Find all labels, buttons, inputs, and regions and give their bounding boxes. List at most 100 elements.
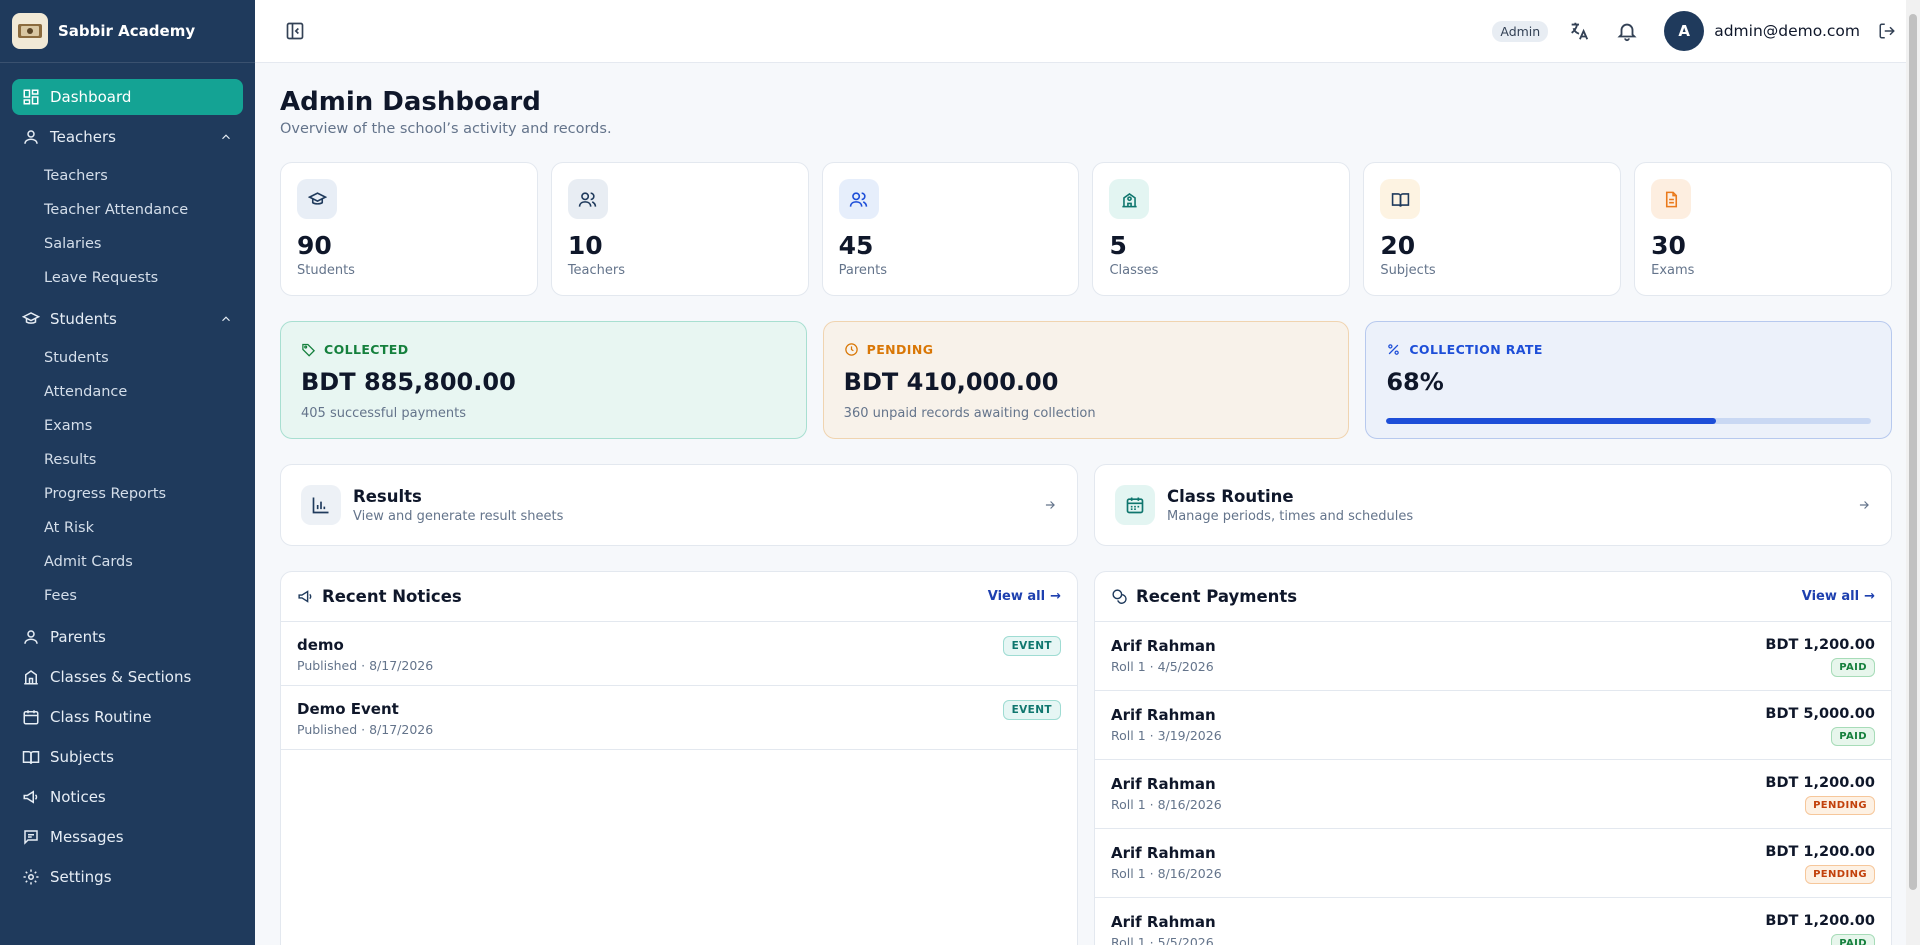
scrollbar-thumb[interactable]: [1909, 14, 1917, 890]
table-row[interactable]: Arif Rahman Roll 1 · 8/16/2026 BDT 1,200…: [1095, 829, 1891, 898]
panels-row: Recent Notices View all → demo Published …: [280, 571, 1892, 945]
sidebar-item-leave-requests[interactable]: Leave Requests: [44, 261, 243, 295]
table-row[interactable]: Arif Rahman Roll 1 · 5/5/2026 BDT 1,200.…: [1095, 898, 1891, 945]
sidebar-item-label: Classes & Sections: [50, 668, 192, 686]
payer-name: Arif Rahman: [1111, 844, 1216, 862]
payer-name: Arif Rahman: [1111, 637, 1216, 655]
sidebar-item-exams[interactable]: Exams: [44, 409, 243, 443]
dashboard-icon: [23, 89, 39, 105]
sidebar-item-teacher-attendance[interactable]: Teacher Attendance: [44, 193, 243, 227]
results-link-text: Results View and generate result sheets: [353, 487, 563, 524]
sidebar-item-salaries[interactable]: Salaries: [44, 227, 243, 261]
list-item[interactable]: Demo Event Published · 8/17/2026 EVENT: [281, 686, 1077, 750]
translate-icon[interactable]: [1568, 20, 1590, 42]
school-icon: [1109, 179, 1150, 219]
collected-header: COLLECTED: [301, 342, 786, 357]
pending-value: BDT 410,000.00: [843, 368, 1059, 396]
brand[interactable]: Sabbir Academy: [0, 0, 255, 63]
table-row[interactable]: Arif Rahman Roll 1 · 3/19/2026 BDT 5,000…: [1095, 691, 1891, 760]
payment-right: BDT 5,000.00 PAID: [1765, 706, 1875, 746]
sidebar-item-label: Students: [50, 310, 117, 328]
sidebar-item-students-list[interactable]: Students: [44, 341, 243, 375]
stat-card-subjects[interactable]: 20 Subjects: [1363, 162, 1622, 296]
list-item[interactable]: demo Published · 8/17/2026 EVENT: [281, 622, 1077, 686]
stat-card-classes[interactable]: 5 Classes: [1092, 162, 1351, 296]
collected-note: 405 successful payments: [301, 406, 467, 421]
sidebar-item-dashboard[interactable]: Dashboard: [12, 79, 243, 115]
payment-meta: Roll 1 · 4/5/2026: [1111, 659, 1214, 674]
sidebar-item-settings[interactable]: Settings: [12, 859, 243, 895]
tag-icon: [302, 343, 316, 357]
stat-value: 90: [297, 231, 332, 260]
stat-card-exams[interactable]: 30 Exams: [1634, 162, 1892, 296]
notice-meta: Published · 8/17/2026: [297, 658, 434, 673]
collection-rate-card: COLLECTION RATE 68%: [1365, 321, 1893, 439]
notices-view-all-link[interactable]: View all →: [988, 589, 1061, 604]
notice-meta: Published · 8/17/2026: [297, 722, 434, 737]
collected-value: BDT 885,800.00: [301, 368, 516, 396]
arrow-right-icon: →: [1864, 589, 1875, 604]
chevron-up-icon: [222, 316, 230, 322]
pending-label: PENDING: [866, 342, 934, 357]
rate-header: COLLECTION RATE: [1386, 342, 1871, 357]
stat-value: 20: [1380, 231, 1416, 260]
notice-tag: EVENT: [1002, 700, 1061, 720]
user-email[interactable]: admin@demo.com: [1714, 22, 1860, 40]
role-badge: Admin: [1492, 20, 1549, 42]
sidebar-item-label: Dashboard: [50, 88, 132, 106]
logout-icon[interactable]: [1878, 22, 1896, 40]
sidebar-item-teachers[interactable]: Teachers: [12, 119, 243, 155]
payment-meta: Roll 1 · 5/5/2026: [1111, 935, 1214, 945]
sidebar-item-label: Settings: [50, 868, 112, 886]
sidebar: Sabbir Academy Dashboard Teachers Teache…: [0, 0, 255, 945]
sidebar-item-at-risk[interactable]: At Risk: [44, 511, 243, 545]
students-submenu: Students Attendance Exams Results Progre…: [12, 341, 243, 613]
avatar[interactable]: A: [1664, 11, 1705, 51]
recent-notices-header: Recent Notices View all →: [281, 572, 1077, 622]
table-row[interactable]: Arif Rahman Roll 1 · 4/5/2026 BDT 1,200.…: [1095, 622, 1891, 691]
stat-card-parents[interactable]: 45 Parents: [821, 162, 1080, 296]
collection-progress-fill: [1386, 418, 1716, 424]
building-icon: [24, 670, 38, 685]
payments-view-all-link[interactable]: View all →: [1802, 589, 1875, 604]
arrow-right-icon: →: [1050, 589, 1061, 604]
stat-card-students[interactable]: 90 Students: [280, 162, 538, 296]
results-link-card[interactable]: Results View and generate result sheets: [280, 464, 1078, 546]
book-icon: [1380, 179, 1421, 219]
class-routine-link-title: Class Routine: [1167, 486, 1294, 506]
sidebar-item-results[interactable]: Results: [44, 443, 243, 477]
graduation-cap-icon: [22, 312, 40, 324]
arrow-right-icon: [1859, 501, 1869, 509]
sidebar-toggle-icon[interactable]: [285, 21, 305, 41]
notice-tag: EVENT: [1002, 636, 1061, 656]
bar-chart-icon: [301, 485, 341, 525]
bell-icon[interactable]: [1616, 20, 1638, 42]
status-badge: PAID: [1831, 658, 1875, 677]
teachers-submenu: Teachers Teacher Attendance Salaries Lea…: [12, 159, 243, 295]
sidebar-item-teachers-list[interactable]: Teachers: [44, 159, 243, 193]
stat-label: Students: [297, 263, 355, 278]
stat-card-teachers[interactable]: 10 Teachers: [550, 162, 809, 296]
class-routine-link-text: Class Routine Manage periods, times and …: [1167, 487, 1413, 524]
table-row[interactable]: Arif Rahman Roll 1 · 8/16/2026 BDT 1,200…: [1095, 760, 1891, 829]
rate-value: 68%: [1386, 368, 1444, 396]
sidebar-item-class-routine[interactable]: Class Routine: [12, 699, 243, 735]
sidebar-item-admit-cards[interactable]: Admit Cards: [44, 545, 243, 579]
sidebar-item-subjects[interactable]: Subjects: [12, 739, 243, 775]
sidebar-item-progress-reports[interactable]: Progress Reports: [44, 477, 243, 511]
class-routine-link-card[interactable]: Class Routine Manage periods, times and …: [1094, 464, 1892, 546]
sidebar-item-fees[interactable]: Fees: [44, 579, 243, 613]
collected-label: COLLECTED: [324, 342, 409, 357]
sidebar-item-attendance[interactable]: Attendance: [44, 375, 243, 409]
calendar-icon: [1115, 485, 1155, 525]
sidebar-item-students[interactable]: Students: [12, 301, 243, 337]
school-logo: [12, 13, 48, 49]
stat-label: Exams: [1651, 263, 1695, 278]
topbar: Admin A admin@demo.com: [255, 0, 1920, 63]
page-scrollbar[interactable]: [1906, 0, 1920, 945]
status-badge: PAID: [1831, 727, 1875, 746]
sidebar-item-parents[interactable]: Parents: [12, 619, 243, 655]
sidebar-item-notices[interactable]: Notices: [12, 779, 243, 815]
sidebar-item-classes[interactable]: Classes & Sections: [12, 659, 243, 695]
sidebar-item-messages[interactable]: Messages: [12, 819, 243, 855]
